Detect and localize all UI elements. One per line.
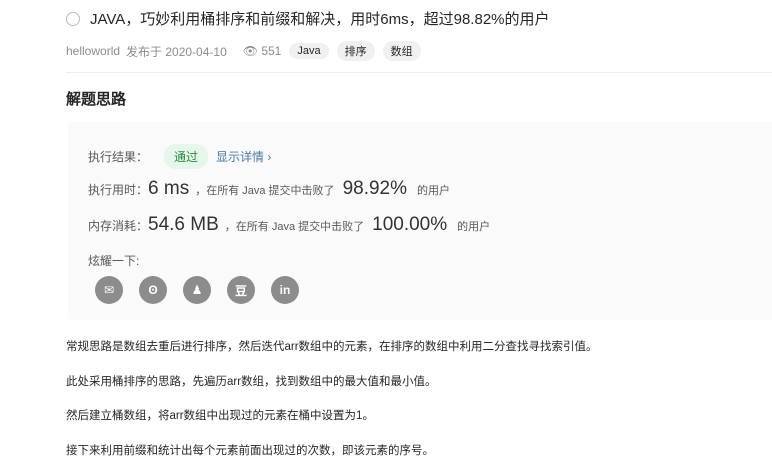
- section-title: 解题思路: [66, 91, 127, 108]
- view-count: 👁︎ 551: [243, 44, 282, 58]
- memory-value: 54.6 MB: [148, 214, 219, 235]
- memory-text: ，在所有 Java 提交中击败了: [224, 221, 365, 233]
- runtime-label: 执行用时：: [88, 183, 149, 197]
- runtime-row: 执行用时： 6 ms ，在所有 Java 提交中击败了 98.92% 的用户: [88, 178, 450, 200]
- author-avatar[interactable]: [66, 11, 80, 26]
- memory-label: 内存消耗：: [88, 219, 149, 233]
- douban-icon[interactable]: 豆: [227, 276, 255, 304]
- share-label: 炫耀一下:: [88, 254, 140, 268]
- status-badge: 通过: [164, 144, 209, 169]
- paragraph: 然后建立桶数组，将arr数组中出现过的元素在桶中设置为1。: [66, 410, 374, 422]
- paragraph: 此处采用桶排序的思路，先遍历arr数组，找到数组中的最大值和最小值。: [66, 376, 437, 388]
- runtime-suffix: 的用户: [417, 185, 451, 197]
- divider: [66, 72, 772, 73]
- memory-row: 内存消耗： 54.6 MB ，在所有 Java 提交中击败了 100.00% 的…: [88, 214, 490, 236]
- wechat-icon[interactable]: ✉: [95, 276, 123, 304]
- eye-icon: 👁︎: [242, 44, 258, 58]
- result-row: 执行结果： 通过 显示详情 ›: [88, 144, 271, 169]
- memory-suffix: 的用户: [457, 221, 491, 233]
- result-card: 执行结果： 通过 显示详情 › 执行用时： 6 ms ，在所有 Java 提交中…: [68, 122, 772, 320]
- tag[interactable]: Java: [289, 43, 329, 59]
- memory-percent: 100.00%: [372, 214, 448, 235]
- paragraph: 常规思路是数组去重后进行排序，然后迭代arr数组中的元素，在排序的数组中利用二分…: [66, 341, 598, 353]
- runtime-text: ，在所有 Java 提交中击败了: [195, 185, 335, 197]
- post-meta: helloworld 发布于 2020-04-10 👁︎ 551 Java 排序…: [66, 41, 421, 61]
- runtime-value: 6 ms: [148, 178, 190, 199]
- qq-icon[interactable]: ♟: [183, 276, 211, 304]
- tag[interactable]: 数组: [382, 41, 421, 61]
- share-icons: ✉ ʘ ♟ 豆 in: [95, 276, 299, 304]
- runtime-percent: 98.92%: [342, 178, 408, 199]
- result-label: 执行结果：: [88, 150, 149, 164]
- tag[interactable]: 排序: [336, 41, 375, 61]
- view-count-value: 551: [261, 44, 282, 58]
- paragraph: 接下来利用前缀和统计出每个元素前面出现过的次数，即该元素的序号。: [66, 445, 434, 457]
- post-title: JAVA，巧妙利用桶排序和前缀和解决，用时6ms，超过98.82%的用户: [66, 8, 550, 29]
- linkedin-icon[interactable]: in: [271, 276, 299, 304]
- post-title-text: JAVA，巧妙利用桶排序和前缀和解决，用时6ms，超过98.82%的用户: [90, 11, 550, 28]
- post-date: 发布于 2020-04-10: [126, 44, 227, 59]
- show-details-link[interactable]: 显示详情 ›: [216, 148, 271, 165]
- weibo-icon[interactable]: ʘ: [139, 276, 167, 304]
- author-name[interactable]: helloworld: [66, 44, 120, 58]
